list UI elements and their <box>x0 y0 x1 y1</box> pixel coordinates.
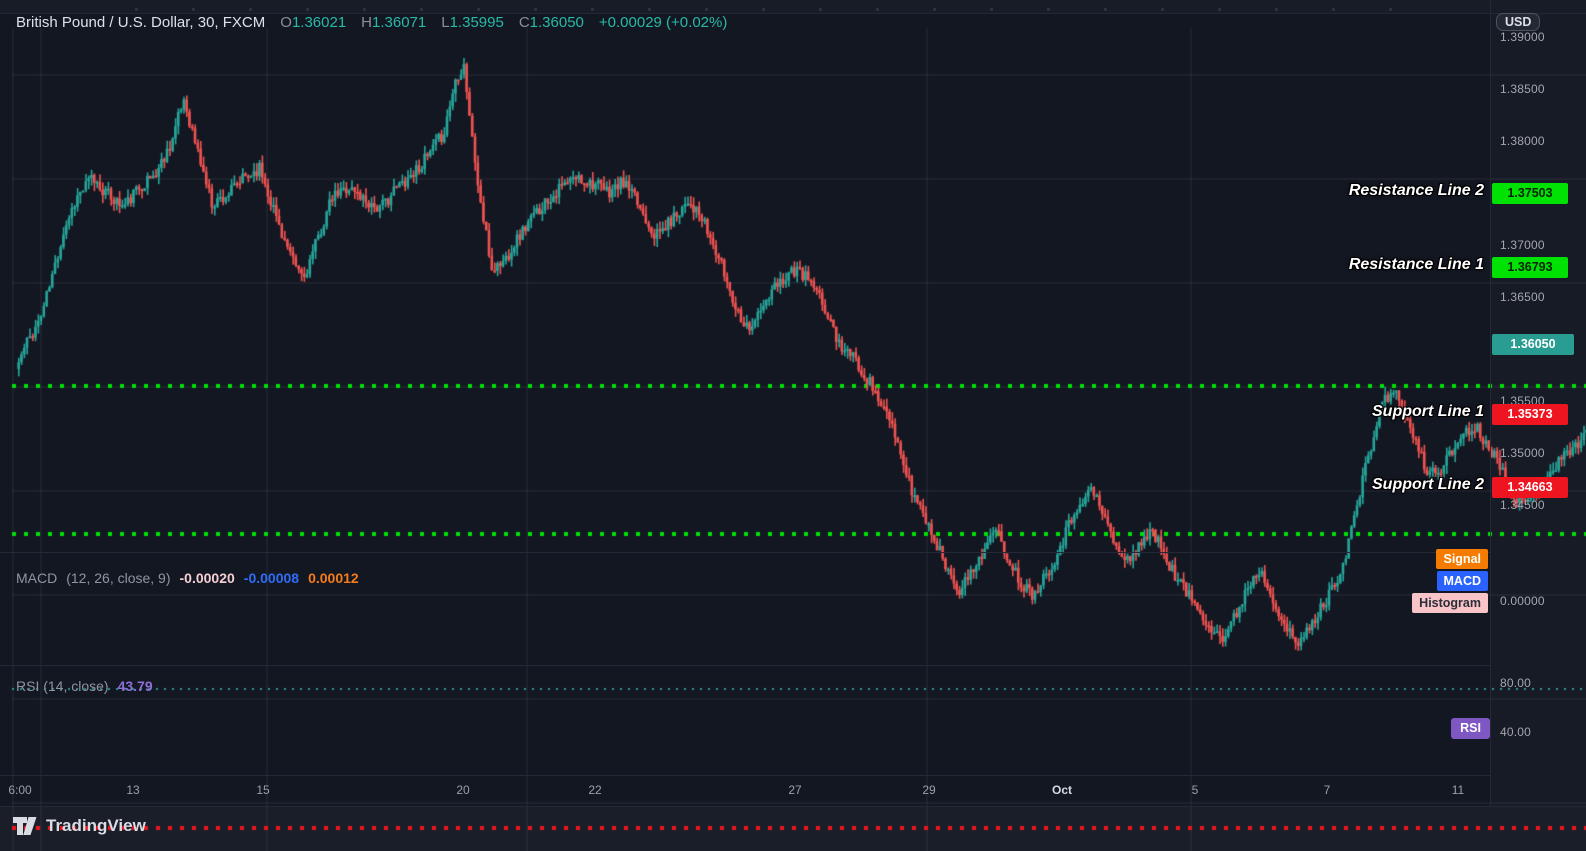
time-axis-label: 5 <box>1191 783 1199 797</box>
price-axis-label: 1.38000 <box>1500 134 1545 148</box>
macd-title[interactable]: MACD <box>16 570 57 586</box>
symbol-title[interactable]: British Pound / U.S. Dollar, 30, FXCM <box>16 14 265 31</box>
time-axis-label: 11 <box>1451 783 1465 797</box>
tradingview-chart-window: British Pound / U.S. Dollar, 30, FXCM O1… <box>0 0 1586 851</box>
rsi-value: 43.79 <box>117 678 153 694</box>
axis-separator <box>1490 0 1491 806</box>
macd-params: (12, 26, close, 9) <box>66 570 171 586</box>
rsi-axis-label: 80.00 <box>1500 676 1532 690</box>
resistance-label[interactable]: Resistance Line 2 <box>1349 182 1484 200</box>
price-axis-label: 1.35000 <box>1500 446 1545 460</box>
time-axis-label: 7 <box>1323 783 1331 797</box>
resistance-price-badge: 1.37503 <box>1492 183 1568 204</box>
time-axis-label: 15 <box>256 783 270 797</box>
ohlc-high: H1.36071 <box>361 14 427 31</box>
support-label[interactable]: Support Line 2 <box>1372 476 1484 494</box>
current-price-badge: 1.36050 <box>1492 334 1574 355</box>
tradingview-branding[interactable]: TradingView <box>12 814 146 838</box>
rsi-header: RSI (14, close) 43.79 <box>16 678 153 694</box>
rsi-title[interactable]: RSI (14, close) <box>16 678 109 694</box>
macd-axis-label: 0.00000 <box>1500 594 1545 608</box>
support-label[interactable]: Support Line 1 <box>1372 403 1484 421</box>
macd-histogram-value: -0.00020 <box>179 570 235 586</box>
price-axis-label: 1.39000 <box>1500 30 1545 44</box>
change-value: +0.00029 (+0.02%) <box>598 14 728 31</box>
ohlc-close: C1.36050 <box>518 14 584 31</box>
macd-header: MACD (12, 26, close, 9) -0.00020 -0.0000… <box>16 570 359 586</box>
time-axis-label: 22 <box>588 783 602 797</box>
histogram-line-badge: Histogram <box>1412 593 1488 613</box>
price-axis-label: 1.34500 <box>1500 498 1545 512</box>
rsi-axis-label: 40.00 <box>1500 725 1532 739</box>
time-axis-label: 27 <box>788 783 802 797</box>
macd-line-badge: MACD <box>1436 571 1488 591</box>
time-axis-label: 20 <box>456 783 470 797</box>
panel-separator[interactable] <box>0 665 1491 666</box>
symbol-header: British Pound / U.S. Dollar, 30, FXCM O1… <box>16 14 727 31</box>
macd-line-value: -0.00008 <box>243 570 300 586</box>
time-axis-label: 6:00 <box>8 783 32 797</box>
ohlc-low: L1.35995 <box>441 14 504 31</box>
tradingview-logo-icon <box>13 817 37 835</box>
panel-separator[interactable] <box>0 552 1491 553</box>
support-price-badge: 1.35373 <box>1492 404 1568 425</box>
tradingview-logo-text: TradingView <box>46 816 146 835</box>
price-axis-label: 1.38500 <box>1500 82 1545 96</box>
price-axis-label: 1.36500 <box>1500 290 1545 304</box>
support-price-badge: 1.34663 <box>1492 477 1568 498</box>
rsi-line-badge: RSI <box>1451 718 1490 739</box>
time-axis-label: Oct <box>1051 783 1073 797</box>
price-axis-label: 1.37000 <box>1500 238 1545 252</box>
signal-line-badge: Signal <box>1436 549 1488 569</box>
ohlc-open: O1.36021 <box>280 14 347 31</box>
panel-separator <box>0 775 1491 776</box>
resistance-label[interactable]: Resistance Line 1 <box>1349 256 1484 274</box>
time-axis-label: 29 <box>922 783 936 797</box>
macd-signal-value: 0.00012 <box>308 570 359 586</box>
chart-canvas[interactable] <box>0 0 1586 851</box>
resistance-price-badge: 1.36793 <box>1492 257 1568 278</box>
time-axis-label: 13 <box>126 783 140 797</box>
currency-toggle-badge[interactable]: USD <box>1496 13 1541 31</box>
panel-separator <box>0 806 1586 807</box>
